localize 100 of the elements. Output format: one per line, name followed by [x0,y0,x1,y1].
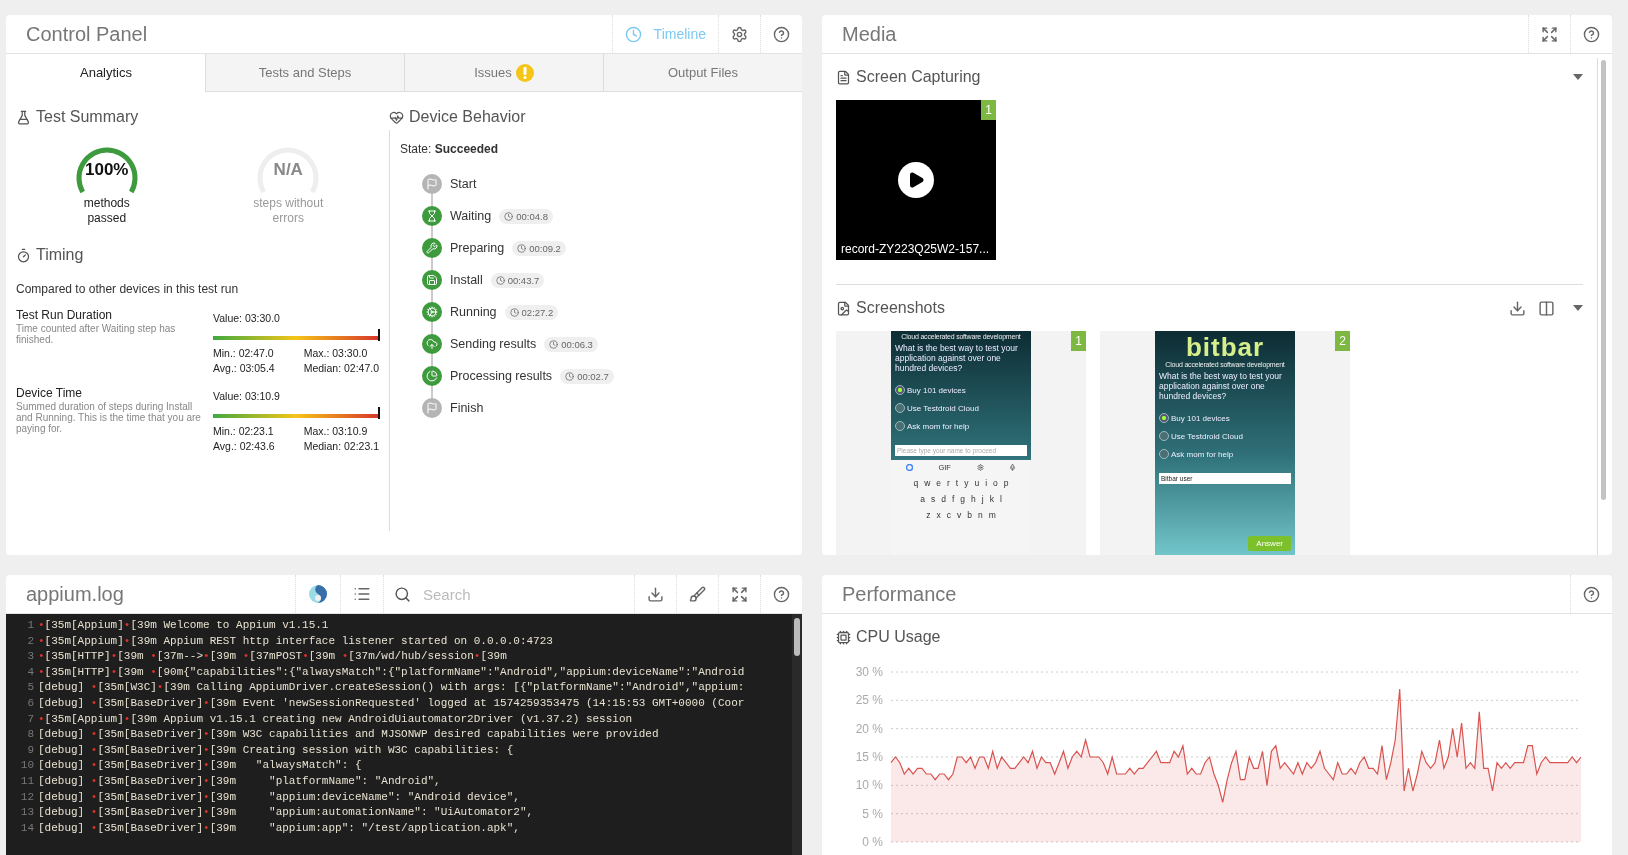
duration-chip: 00:09.2 [512,240,566,256]
metric-avg: Avg.: 03:05.4 [213,362,276,374]
keyboard-key: w [924,478,931,488]
keyboard-key: p [1003,478,1009,488]
index-badge: 2 [1335,331,1350,351]
help-icon [1583,585,1600,603]
color-wheel-icon [308,584,328,604]
scrollbar[interactable] [794,618,800,656]
columns-icon[interactable] [1538,299,1555,317]
axis-label: 0 % [862,835,883,849]
log-line: •[35m[Appium]•[39m Appium v1.15.1 creating new AndroidUiautomator2Driver (v1.37.2) session [38,711,633,727]
log-line: [debug] •[35m[BaseDriver]•[39m "appium:automationName": "UiAutomator2", [38,805,534,821]
line-number: 12 [19,789,34,805]
metric-description: Summed duration of steps during Install and Running. This is the time that you are paying for. [16,401,201,434]
line-number: 11 [19,773,34,789]
caret-icon[interactable] [1573,305,1583,311]
keyboard-key: s [930,494,936,504]
clock-icon [495,275,505,285]
answer-button: Answer [1248,536,1291,551]
index-badge: 1 [1071,331,1086,351]
settings-icon [731,25,748,43]
metric-value: Value: 03:10.9 [213,390,280,402]
line-number: 1 [26,618,34,633]
log-line: [debug] •[35m[BaseDriver]•[39m "platformName": "Android", [38,773,441,789]
list-icon [353,585,371,603]
duration-chip: 00:02.7 [560,368,614,384]
tab[interactable]: Tests and Steps [205,54,404,92]
heart-pulse-icon [389,109,404,125]
axis-label: 25 % [855,693,883,708]
help-icon [773,585,790,603]
cpu-icon [836,629,851,645]
axis-label: 15 % [855,750,883,764]
clock-icon [549,339,559,349]
panel-title: Control Panel [25,21,149,47]
metric-median: Median: 02:47.0 [303,362,379,374]
app-question: What is the best way to test your application against over one hundred devices? [1159,371,1283,401]
keyboard-key: b [967,510,972,520]
screenshot-card[interactable] [836,331,1086,555]
keyboard-key: c [946,510,951,520]
document-icon [836,69,851,85]
chart-title: CPU Usage [856,628,941,646]
metric-name: Test Run Duration [16,308,114,322]
log-line: •[35m[HTTP]•[39m •[37m-->•[39m •[37mPOST•[39m •[37m/wd/hub/session•[39m [38,649,507,665]
tab[interactable]: Output Files [603,54,802,92]
line-number: 7 [26,711,34,727]
metric-min: Min.: 02:47.0 [213,347,275,359]
log-line: [debug] •[35m[BaseDriver]•[39m "alwaysMatch": { [38,758,362,774]
option-label: Ask mom for help [907,421,970,431]
triangle-icon [907,171,925,189]
play-icon[interactable] [898,162,934,198]
image-file-icon [836,300,851,316]
log-line: [debug] •[35m[BaseDriver]•[39m Creating session with W3C capabilities: { [38,742,514,758]
step-label: Processing results [450,369,553,383]
keyboard-key: l [999,494,1002,504]
step-label: Install [450,273,483,287]
step-label: Running [450,305,497,319]
step-label: Waiting [450,209,492,223]
app-question: What is the best way to test your application against over one hundred devices? [895,343,1019,373]
scrollbar[interactable] [1600,60,1606,500]
panel-title: Performance [841,581,958,607]
keyboard-key: f [951,494,955,504]
download-icon[interactable] [1509,299,1526,317]
section-title-text: Timing [36,246,84,264]
clock-icon [565,371,575,381]
step-label: Sending results [450,337,537,351]
metric-max: Max.: 03:10.9 [303,425,369,437]
expand-icon [731,585,748,603]
clock-icon [624,25,642,43]
log-line: [debug] •[35m[BaseDriver]•[39m Event 'newSessionRequested' logged at 1574259353475 (14:15:53 GMT+0000 (Coor [38,695,745,711]
axis-label: 20 % [855,721,883,736]
video-thumbnail[interactable]: 1 record-ZY223Q25W2-157... [836,100,996,260]
gauge-caption: methods passed [82,196,131,226]
line-number: 8 [26,727,34,743]
tab[interactable]: Issues [404,54,603,92]
settings-icon [976,464,984,471]
app-logo: bitbar [1184,333,1266,361]
video-caption: record-ZY223Q25W2-157... [841,242,990,256]
axis-label: 30 % [855,665,883,679]
line-number: 3 [26,649,34,665]
log-line: •[35m[Appium]•[39m Appium REST http interface listener started on 0.0.0.0:4723 [38,633,553,649]
axis-label: 5 % [862,806,883,821]
section-title-text: Screenshots [856,299,945,317]
clock-icon [509,307,519,317]
section-title-text: Test Summary [36,108,139,126]
keyboard-key: e [936,478,941,488]
keyboard-key: o [993,478,998,488]
caret-icon[interactable] [1573,74,1583,80]
help-icon [773,25,790,43]
line-number: 10 [19,758,34,774]
option-label: Use Testdroid Cloud [1171,431,1243,441]
state-text: State: Succeeded [400,142,500,156]
log-line: [debug] •[35m[BaseDriver]•[39m W3C capabilities and MJSONWP desired capabilities were provided [38,727,659,743]
warning-icon [515,63,534,82]
line-number: 14 [19,820,34,836]
metric-max: Max.: 03:30.0 [303,347,369,359]
clock-icon [504,211,514,221]
help-icon [1583,25,1600,43]
log-line: [debug] •[35m[BaseDriver]•[39m "appium:app": "/test/application.apk", [38,820,520,836]
keyboard-key: h [971,494,976,504]
keyboard-key: x [936,510,941,520]
